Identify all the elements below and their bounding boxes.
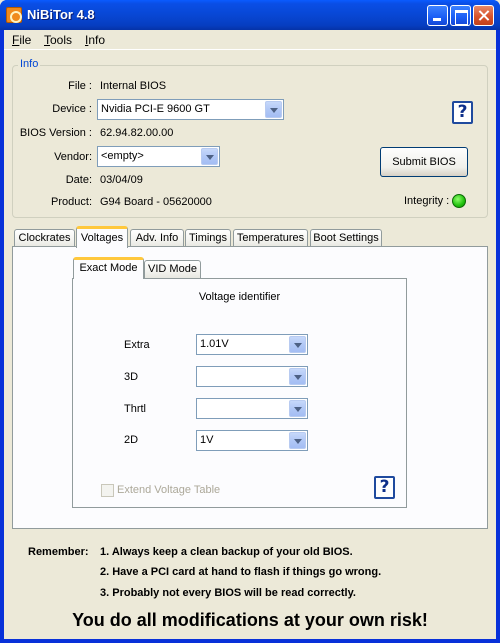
extend-voltage-table-checkbox[interactable]: [101, 484, 114, 497]
voltage-label-2d: 2D: [124, 434, 139, 446]
vendor-select-value: <empty>: [101, 150, 144, 162]
voltage-select-2d-value: 1V: [200, 434, 214, 446]
subtab-exact-mode[interactable]: Exact Mode: [73, 257, 144, 279]
date-value: 03/04/09: [100, 174, 143, 186]
risk-warning: You do all modifications at your own ris…: [72, 610, 428, 630]
info-group-legend: Info: [18, 58, 41, 70]
date-label: Date:: [65, 174, 92, 186]
voltage-label-3d: 3D: [124, 371, 139, 383]
chevron-down-icon[interactable]: [289, 336, 306, 353]
title-bar[interactable]: NiBiTor 4.8: [0, 0, 500, 30]
chevron-down-icon[interactable]: [201, 148, 218, 165]
submit-bios-button[interactable]: Submit BIOS: [380, 147, 468, 177]
remember-line-2: 2. Have a PCI card at hand to flash if t…: [100, 566, 382, 578]
voltage-select-2d[interactable]: 1V: [196, 430, 308, 451]
product-value: G94 Board - 05620000: [100, 196, 212, 208]
subtab-vid-mode[interactable]: VID Mode: [144, 260, 201, 278]
chevron-down-icon[interactable]: [289, 368, 306, 385]
chevron-down-icon[interactable]: [289, 400, 306, 417]
tab-clockrates[interactable]: Clockrates: [14, 229, 75, 247]
tab-temperatures[interactable]: Temperatures: [233, 229, 308, 247]
help-icon[interactable]: ?: [452, 101, 473, 124]
close-button[interactable]: [473, 5, 494, 26]
voltage-select-3d[interactable]: [196, 366, 308, 387]
remember-label: Remember:: [28, 546, 89, 558]
voltage-select-extra[interactable]: 1.01V: [196, 334, 308, 355]
menu-file[interactable]: File: [12, 33, 31, 47]
minimize-button[interactable]: [427, 5, 448, 26]
menu-bar: File Tools Info: [4, 30, 496, 50]
integrity-label: Integrity :: [404, 195, 450, 207]
device-select[interactable]: Nvidia PCI-E 9600 GT: [97, 99, 284, 120]
vendor-label: Vendor:: [54, 151, 92, 163]
window-title: NiBiTor 4.8: [27, 7, 95, 22]
extend-voltage-table-label: Extend Voltage Table: [117, 484, 221, 496]
app-window: NiBiTor 4.8 File Tools Info Info File : …: [0, 0, 500, 643]
maximize-button[interactable]: [450, 5, 471, 26]
voltage-select-extra-value: 1.01V: [200, 338, 229, 350]
voltage-label-thrtl: Thrtl: [124, 403, 146, 415]
app-icon[interactable]: [6, 7, 22, 23]
bios-version-label: BIOS Version :: [19, 127, 92, 139]
product-label: Product:: [51, 196, 92, 208]
tab-adv-info[interactable]: Adv. Info: [130, 229, 184, 247]
integrity-status-icon: [452, 194, 466, 208]
chevron-down-icon[interactable]: [265, 101, 282, 118]
tab-boot-settings[interactable]: Boot Settings: [310, 229, 382, 247]
tab-voltages[interactable]: Voltages: [76, 226, 128, 248]
remember-line-1: 1. Always keep a clean backup of your ol…: [100, 546, 353, 558]
voltage-label-extra: Extra: [124, 339, 150, 351]
menu-tools[interactable]: Tools: [44, 33, 72, 47]
menu-info[interactable]: Info: [85, 33, 105, 47]
voltages-help-icon[interactable]: ?: [374, 476, 395, 499]
remember-line-3: 3. Probably not every BIOS will be read …: [100, 587, 356, 599]
tab-timings[interactable]: Timings: [185, 229, 231, 247]
device-label: Device :: [52, 103, 92, 115]
voltage-select-thrtl[interactable]: [196, 398, 308, 419]
exact-mode-panel: [72, 278, 407, 508]
file-value: Internal BIOS: [100, 80, 167, 92]
vendor-select[interactable]: <empty>: [97, 146, 220, 167]
chevron-down-icon[interactable]: [289, 432, 306, 449]
file-label: File :: [68, 80, 92, 92]
voltage-identifier-heading: Voltage identifier: [198, 291, 281, 303]
device-select-value: Nvidia PCI-E 9600 GT: [101, 103, 210, 115]
bios-version-value: 62.94.82.00.00: [100, 127, 174, 139]
